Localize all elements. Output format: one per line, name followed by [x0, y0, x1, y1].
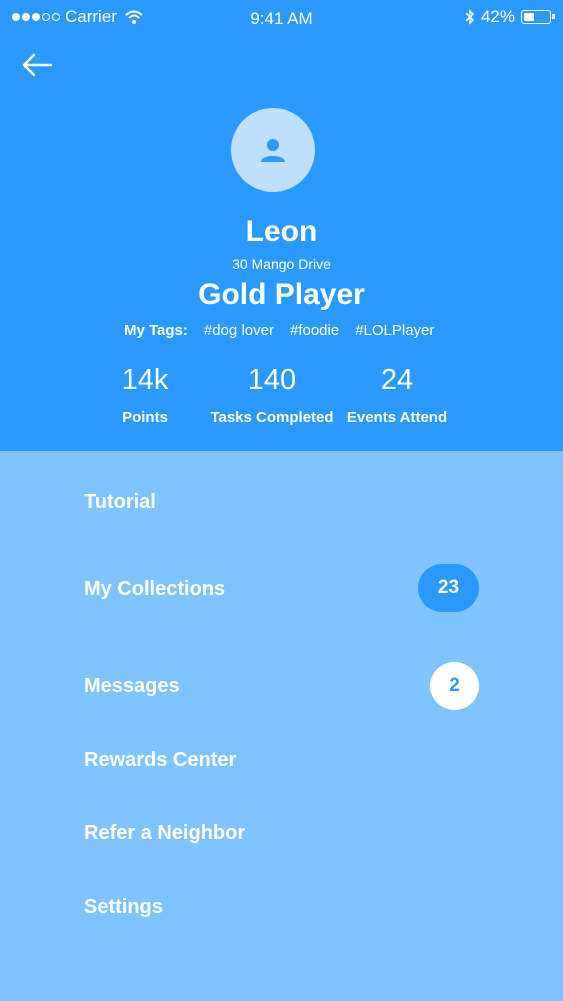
- tag-dog-lover[interactable]: #dog lover: [204, 322, 274, 339]
- menu-item-settings[interactable]: Settings: [84, 896, 163, 919]
- status-right: 42%: [465, 7, 555, 27]
- stat-value: 24: [380, 364, 414, 396]
- stat-events-attend: 24 Events Attend: [327, 364, 467, 426]
- player-level: Gold Player: [198, 278, 365, 311]
- avatar[interactable]: [231, 108, 315, 192]
- battery-percent: 42%: [480, 7, 515, 26]
- battery-icon: [521, 10, 555, 24]
- stat-value: 14k: [121, 364, 169, 396]
- stat-label: Tasks Completed: [210, 409, 334, 426]
- tag-foodie[interactable]: #foodie: [290, 322, 339, 339]
- messages-count-badge: 2: [430, 662, 479, 710]
- back-arrow-icon[interactable]: [20, 50, 54, 80]
- tags-label: My Tags:: [124, 322, 188, 339]
- menu-item-refer-a-neighbor[interactable]: Refer a Neighbor: [84, 822, 245, 845]
- menu-item-rewards-center[interactable]: Rewards Center: [84, 749, 236, 772]
- stat-value: 140: [247, 364, 297, 396]
- bluetooth-icon: [465, 9, 475, 25]
- tags-row: My Tags: #dog lover #foodie #LOLPlayer: [124, 322, 450, 339]
- profile-screen: Carrier 9:41 AM 42% Leon 30 Mango Drive …: [0, 0, 563, 1001]
- tag-lolplayer[interactable]: #LOLPlayer: [355, 322, 434, 339]
- profile-header: Carrier 9:41 AM 42% Leon 30 Mango Drive …: [0, 0, 563, 451]
- profile-name: Leon: [245, 215, 318, 248]
- stat-points: 14k Points: [75, 364, 215, 426]
- menu-item-messages[interactable]: Messages: [84, 675, 180, 698]
- stat-tasks-completed: 140 Tasks Completed: [202, 364, 342, 426]
- collections-count-badge: 23: [418, 564, 479, 612]
- person-icon: [261, 139, 285, 162]
- menu-item-tutorial[interactable]: Tutorial: [84, 491, 156, 514]
- profile-address: 30 Mango Drive: [232, 256, 331, 272]
- status-bar: Carrier 9:41 AM 42%: [0, 0, 563, 36]
- menu-item-my-collections[interactable]: My Collections: [84, 578, 225, 601]
- stat-label: Events Attend: [346, 409, 448, 426]
- stat-label: Points: [122, 409, 168, 426]
